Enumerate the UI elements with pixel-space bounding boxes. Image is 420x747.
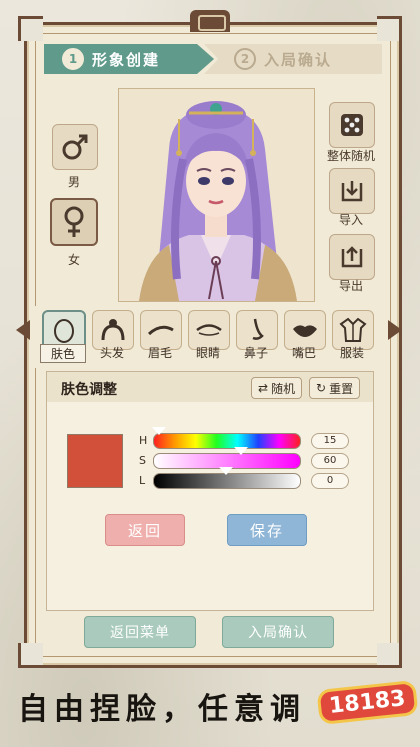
step-label: 形象创建 [92, 50, 161, 69]
export-button[interactable] [329, 234, 375, 280]
saturation-knob[interactable] [233, 447, 248, 455]
feature-label: 眉毛 [147, 346, 172, 360]
shuffle-icon: ⇄ [258, 381, 269, 395]
skin-adjust-panel: 肤色调整 ⇄ 随机 ↻ 重置 H 15 S 60 L 0 返回 保存 [46, 371, 374, 611]
random-all-label: 整体随机 [326, 149, 375, 163]
panel-header: 肤色调整 ⇄ 随机 ↻ 重置 [47, 372, 373, 402]
lightness-value: 0 [311, 473, 349, 489]
hue-value: 15 [311, 433, 349, 449]
lightness-knob[interactable] [219, 467, 233, 475]
character-illustration [119, 89, 314, 301]
panel-title: 肤色调整 [61, 382, 117, 398]
face-outline-icon [54, 319, 74, 343]
female-button[interactable] [50, 198, 98, 246]
random-all-button[interactable] [329, 102, 375, 148]
robe-icon [339, 317, 367, 342]
return-menu-button[interactable]: 返回菜单 [84, 616, 196, 648]
hue-slider[interactable] [153, 433, 301, 449]
male-label: 男 [67, 175, 80, 189]
nose-icon [252, 318, 264, 340]
step-1-tab[interactable]: 1 形象创建 [44, 44, 214, 74]
male-button[interactable] [52, 124, 98, 170]
save-button[interactable]: 保存 [227, 514, 307, 546]
slider-label-l: L [139, 474, 146, 487]
dice-icon [341, 114, 363, 136]
reset-label: 重置 [329, 381, 354, 396]
eyebrow-icon [147, 325, 174, 336]
hue-knob[interactable] [151, 427, 166, 435]
feature-label: 嘴巴 [291, 346, 316, 360]
feature-label: 眼睛 [195, 346, 220, 360]
step-label: 入局确认 [264, 50, 333, 69]
frame-corner [377, 643, 402, 668]
step-number: 2 [234, 48, 256, 70]
frame-top-ornament [190, 10, 230, 32]
refresh-icon: ↻ [316, 381, 327, 395]
frame-corner [18, 643, 43, 668]
hair-bun-icon [101, 319, 125, 341]
lips-icon [293, 325, 317, 337]
feature-label: 头发 [99, 346, 124, 360]
step-progress: 1 形象创建 2 入局确认 [44, 44, 382, 74]
color-swatch [67, 434, 123, 488]
lightness-slider[interactable] [153, 473, 301, 489]
character-portrait [118, 88, 315, 302]
feature-label: 肤色 [40, 344, 86, 363]
frame-corner [377, 16, 402, 41]
saturation-value: 60 [311, 453, 349, 469]
import-label: 导入 [338, 213, 363, 227]
export-label: 导出 [338, 279, 363, 293]
slider-label-h: H [139, 434, 148, 447]
eye-icon [196, 324, 222, 336]
confirm-enter-button[interactable]: 入局确认 [222, 616, 334, 648]
feature-label: 服装 [339, 346, 364, 360]
reset-button[interactable]: ↻ 重置 [309, 377, 361, 399]
feature-label: 鼻子 [243, 346, 268, 360]
import-icon [341, 181, 363, 202]
female-label: 女 [67, 253, 80, 267]
random-label: 随机 [271, 381, 296, 396]
export-icon [341, 246, 363, 268]
import-button[interactable] [329, 168, 375, 214]
frame-corner [18, 16, 43, 41]
female-icon [64, 206, 84, 237]
step-2-tab[interactable]: 2 入局确认 [204, 44, 382, 74]
male-icon [62, 134, 88, 160]
slider-label-s: S [139, 454, 146, 467]
promo-caption: 自由捏脸，任意调 [18, 692, 306, 727]
random-button[interactable]: ⇄ 随机 [251, 377, 303, 399]
back-button[interactable]: 返回 [105, 514, 185, 546]
step-number: 1 [62, 48, 84, 70]
